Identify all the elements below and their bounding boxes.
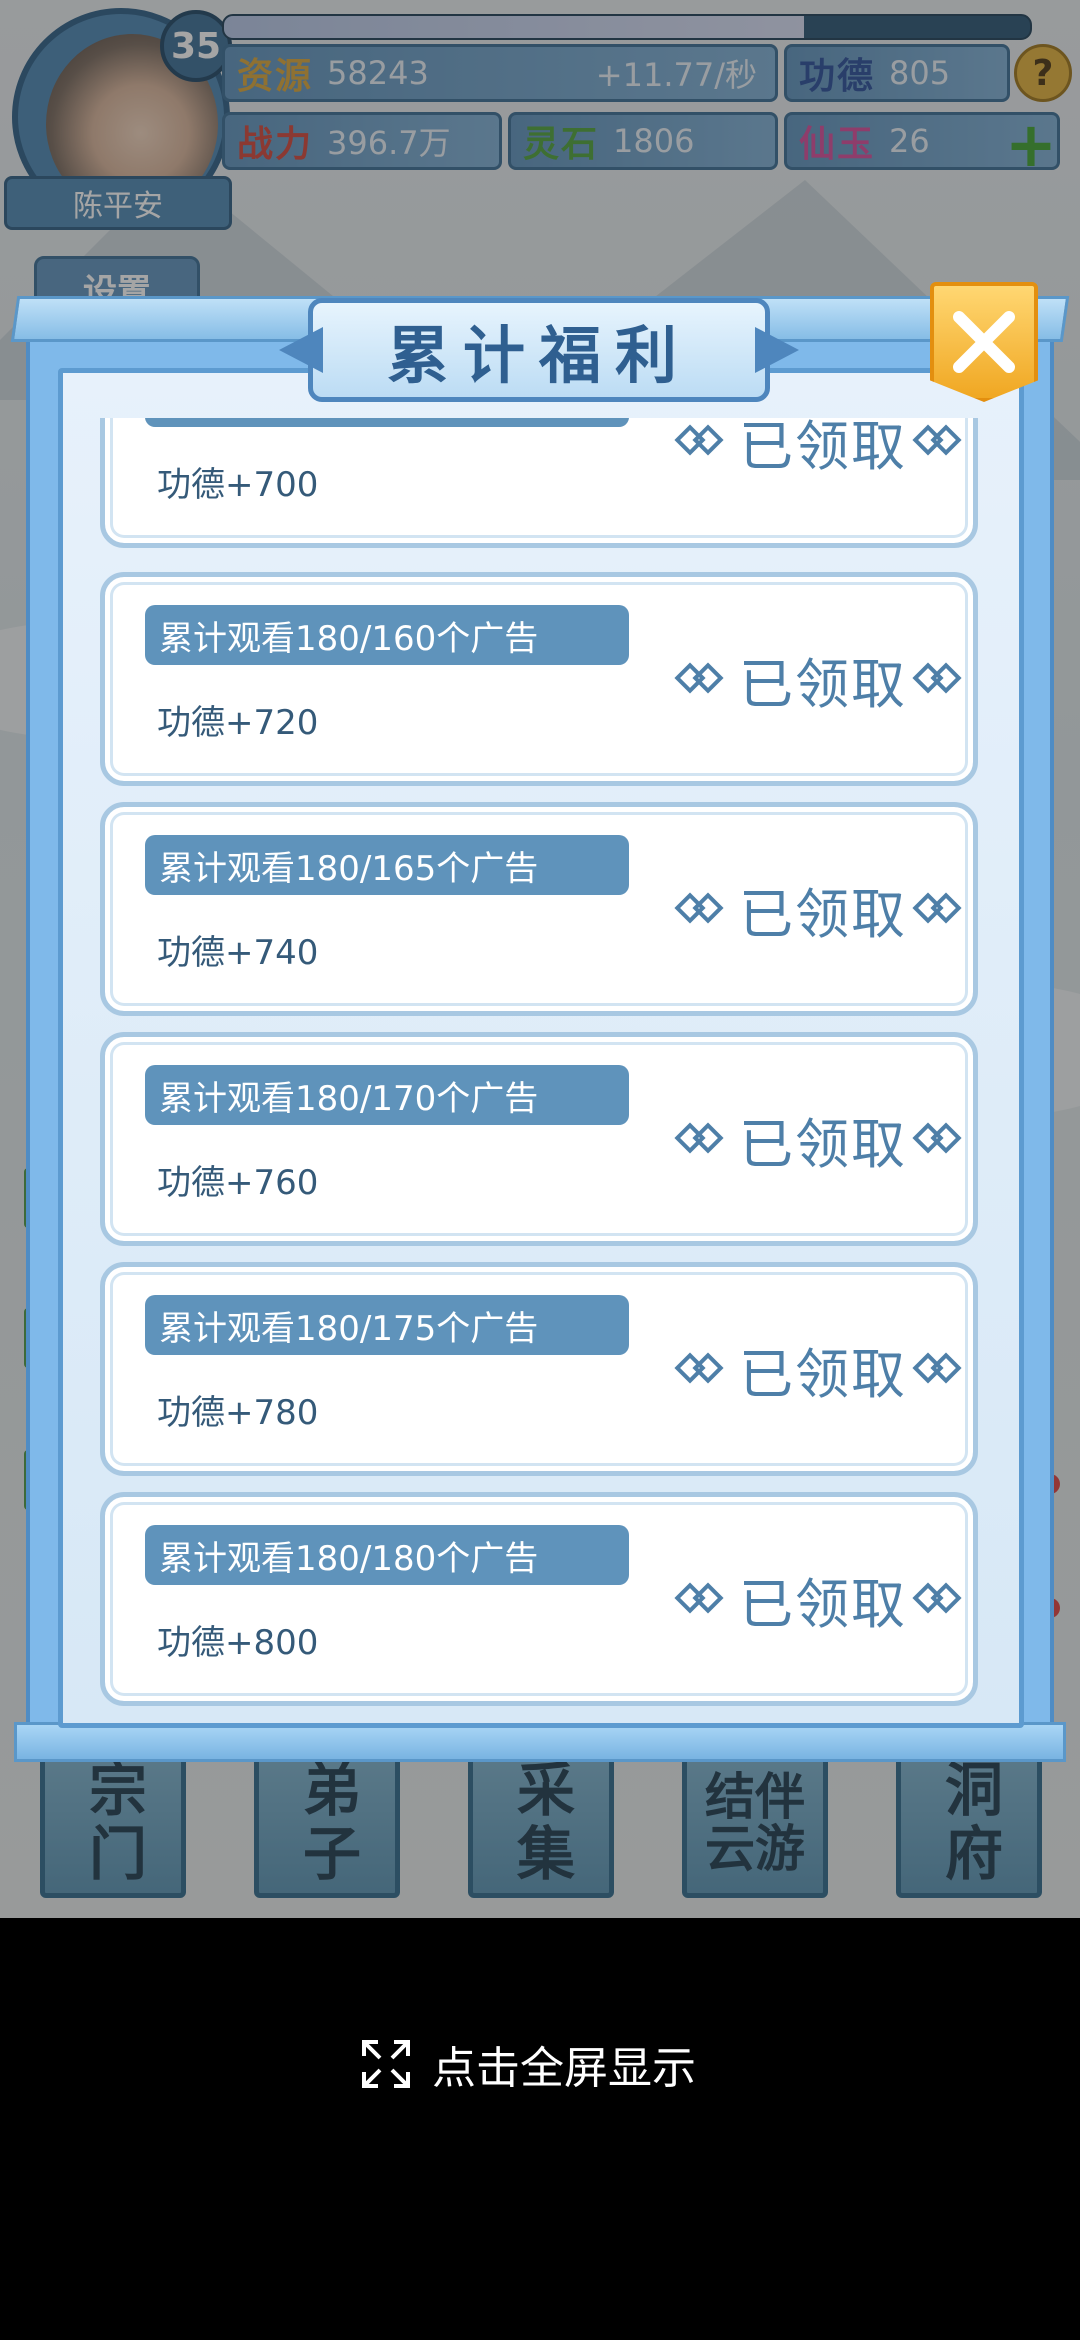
claimed-status-label: 已领取 (739, 1112, 907, 1176)
diamond-ornament-icon (912, 659, 967, 699)
claimed-status: 已领取 (674, 418, 967, 543)
task-progress-label: 累计观看180/175个广告 (145, 1295, 629, 1355)
reward-amount: 功德+740 (157, 933, 319, 973)
claimed-status-label: 已领取 (739, 418, 907, 478)
reward-card: 累计观看180/180个广告 功德+800 已领取 (100, 1492, 978, 1706)
dialog-title: 累计福利 (308, 298, 770, 402)
task-progress-label: 累计观看180/170个广告 (145, 1065, 629, 1125)
diamond-ornament-icon (674, 1119, 729, 1159)
diamond-ornament-icon (912, 421, 967, 461)
claimed-status: 已领取 (674, 807, 967, 1011)
expand-icon (362, 2040, 410, 2088)
reward-card: 累计观看180/155个广告 功德+700 已领取 (100, 418, 978, 548)
diamond-ornament-icon (674, 421, 729, 461)
claimed-status-label: 已领取 (739, 652, 907, 716)
claimed-status: 已领取 (674, 1037, 967, 1241)
reward-amount: 功德+720 (157, 703, 319, 743)
reward-card: 累计观看180/165个广告 功德+740 已领取 (100, 802, 978, 1016)
claimed-status: 已领取 (674, 577, 967, 781)
reward-amount: 功德+780 (157, 1393, 319, 1433)
task-progress-label: 累计观看180/165个广告 (145, 835, 629, 895)
close-icon (953, 311, 1015, 373)
dialog-bottom-bar (14, 1722, 1066, 1762)
reward-card: 累计观看180/170个广告 功德+760 已领取 (100, 1032, 978, 1246)
claimed-status-label: 已领取 (739, 1572, 907, 1636)
diamond-ornament-icon (912, 1349, 967, 1389)
reward-card: 累计观看180/175个广告 功德+780 已领取 (100, 1262, 978, 1476)
fullscreen-label: 点击全屏显示 (432, 2043, 696, 2094)
task-progress-label: 累计观看180/180个广告 (145, 1525, 629, 1585)
diamond-ornament-icon (674, 1349, 729, 1389)
diamond-ornament-icon (912, 1579, 967, 1619)
reward-card: 累计观看180/160个广告 功德+720 已领取 (100, 572, 978, 786)
reward-amount: 功德+700 (157, 465, 319, 505)
close-button[interactable] (930, 282, 1038, 402)
task-progress-label: 累计观看180/155个广告 (145, 418, 629, 427)
diamond-ornament-icon (674, 659, 729, 699)
diamond-ornament-icon (912, 1119, 967, 1159)
diamond-ornament-icon (674, 1579, 729, 1619)
claimed-status: 已领取 (674, 1267, 967, 1471)
claimed-status: 已领取 (674, 1497, 967, 1701)
task-progress-label: 累计观看180/160个广告 (145, 605, 629, 665)
reward-amount: 功德+760 (157, 1163, 319, 1203)
fullscreen-button[interactable]: 点击全屏显示 (360, 2032, 696, 2096)
reward-amount: 功德+800 (157, 1623, 319, 1663)
reward-list[interactable]: 累计观看180/155个广告 功德+700 已领取 累计观看180/160个广告… (100, 418, 978, 1708)
diamond-ornament-icon (674, 889, 729, 929)
claimed-status-label: 已领取 (739, 882, 907, 946)
diamond-ornament-icon (912, 889, 967, 929)
claimed-status-label: 已领取 (739, 1342, 907, 1406)
fullscreen-bar (0, 1918, 1080, 2340)
